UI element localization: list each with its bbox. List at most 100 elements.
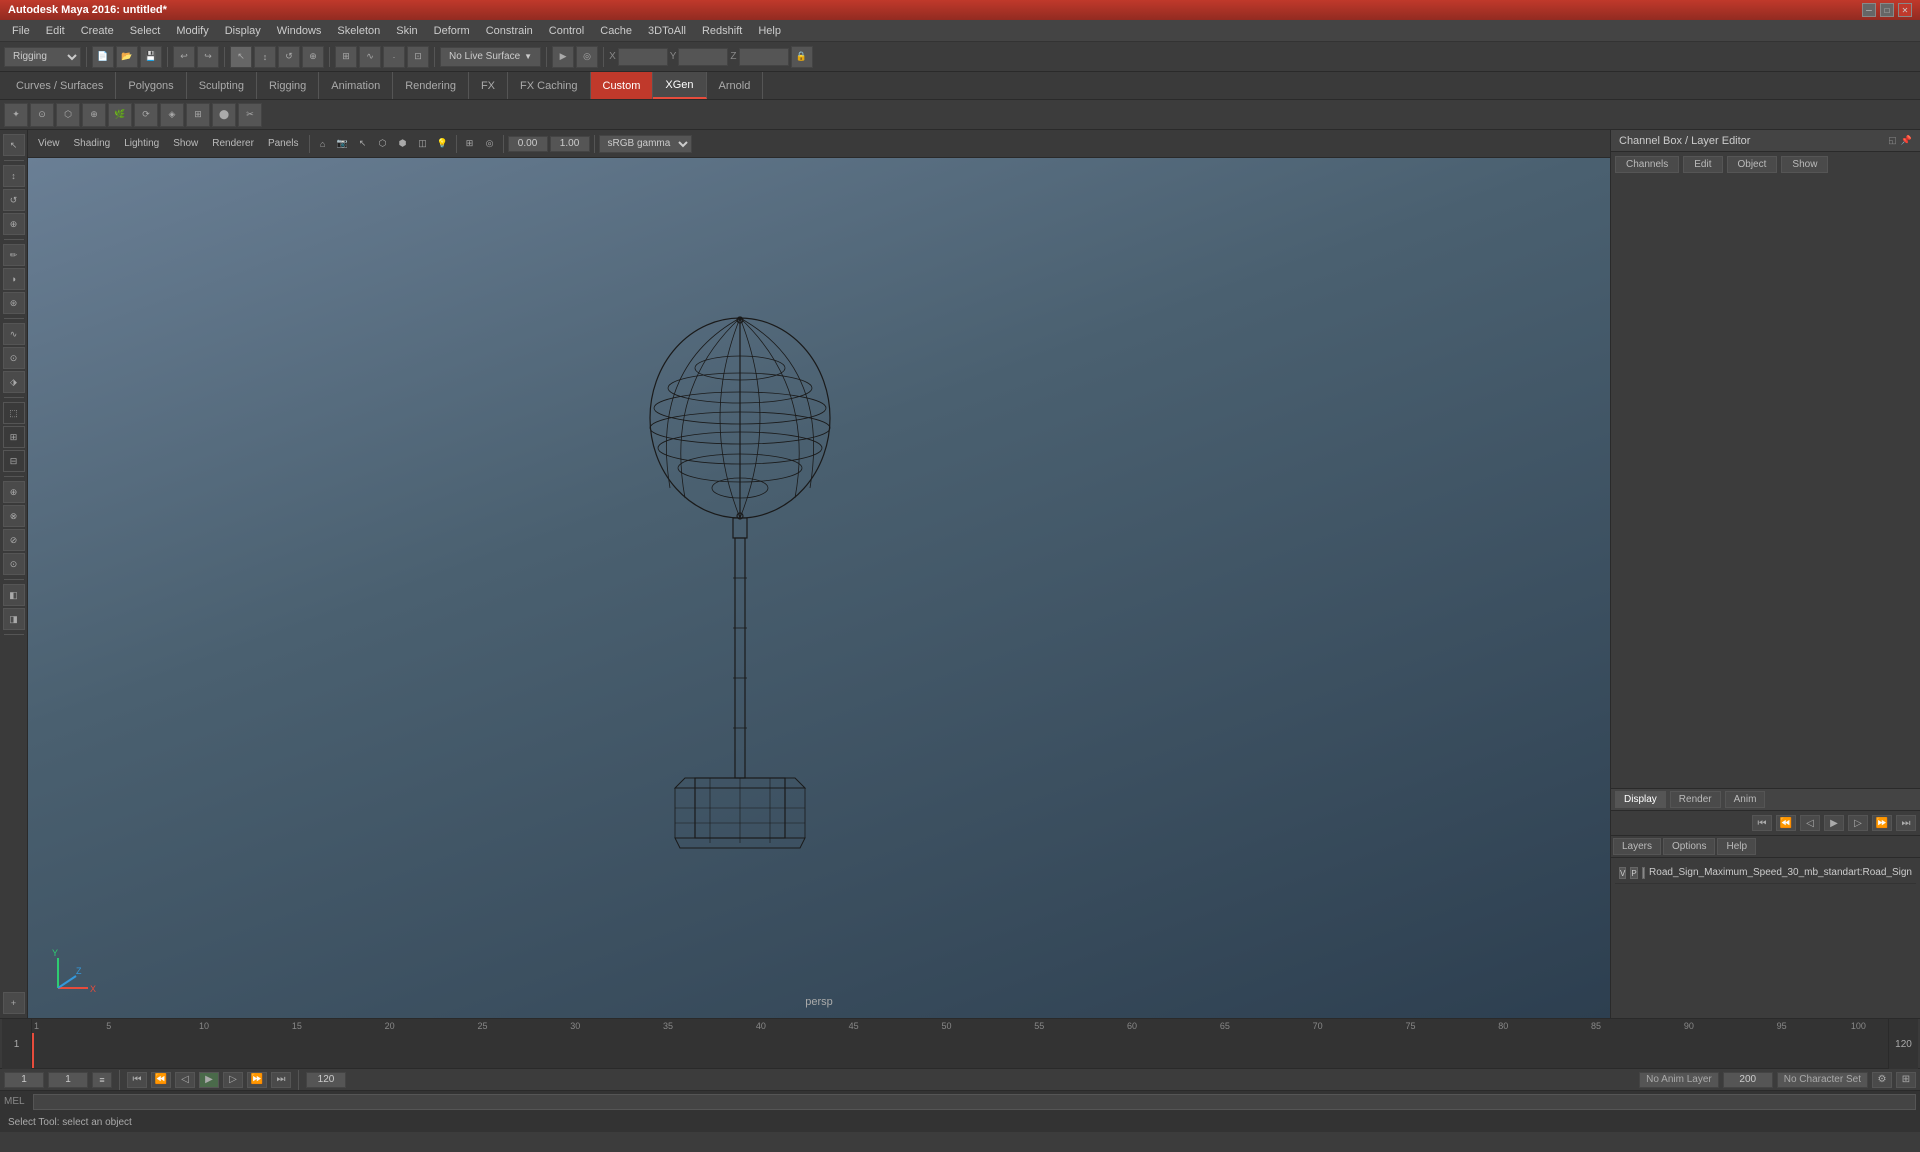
snap-grid-button[interactable]: ⊞	[335, 46, 357, 68]
viewport-tool-2[interactable]: ⊞	[3, 426, 25, 448]
gamma-select[interactable]: sRGB gamma Linear Log	[599, 135, 692, 153]
playback-next-key[interactable]: ⏩	[247, 1072, 267, 1088]
menu-windows[interactable]: Windows	[269, 23, 330, 39]
tab-layers[interactable]: Layers	[1613, 838, 1661, 855]
menu-cache[interactable]: Cache	[592, 23, 640, 39]
anim-layer-display[interactable]: No Anim Layer	[1639, 1072, 1719, 1088]
tab-fx[interactable]: FX	[469, 72, 508, 99]
select-tool-left[interactable]: ↖	[3, 134, 25, 156]
vp-light-btn[interactable]: 💡	[434, 135, 452, 153]
new-file-button[interactable]: 📄	[92, 46, 114, 68]
rotate-tool-button[interactable]: ↺	[278, 46, 300, 68]
layer-tool-3[interactable]: ⊘	[3, 529, 25, 551]
shelf-btn-2[interactable]: ⊙	[30, 103, 54, 127]
vp-menu-shading[interactable]: Shading	[68, 136, 117, 151]
tab-show[interactable]: Show	[1781, 156, 1828, 173]
shelf-btn-5[interactable]: 🌿	[108, 103, 132, 127]
range-end-input[interactable]: 120	[306, 1072, 346, 1088]
tab-render-cb[interactable]: Render	[1670, 791, 1721, 808]
menu-control[interactable]: Control	[541, 23, 592, 39]
frame-field-toggle[interactable]: ≡	[92, 1072, 112, 1088]
close-button[interactable]: ✕	[1898, 3, 1912, 17]
layer-visibility-toggle[interactable]: V	[1619, 867, 1626, 879]
menu-select[interactable]: Select	[122, 23, 169, 39]
vp-wireframe-btn[interactable]: ⬡	[374, 135, 392, 153]
cb-playback-prev[interactable]: ⏪	[1776, 815, 1796, 831]
tab-polygons[interactable]: Polygons	[116, 72, 186, 99]
mel-input[interactable]	[33, 1094, 1916, 1110]
vp-home-btn[interactable]: ⌂	[314, 135, 332, 153]
shelf-btn-7[interactable]: ◈	[160, 103, 184, 127]
scale-tool-button[interactable]: ⊕	[302, 46, 324, 68]
joint-tool-left[interactable]: ⊙	[3, 347, 25, 369]
menu-modify[interactable]: Modify	[168, 23, 216, 39]
z-field[interactable]	[739, 48, 789, 66]
expand-left-toolbar[interactable]: +	[3, 992, 25, 1014]
menu-help[interactable]: Help	[750, 23, 789, 39]
render-button[interactable]: ▶	[552, 46, 574, 68]
vp-solid-btn[interactable]: ⬢	[394, 135, 412, 153]
viewport-tool-1[interactable]: ⬚	[3, 402, 25, 424]
vp-grid-btn[interactable]: ⊞	[461, 135, 479, 153]
move-tool-button[interactable]: ↕	[254, 46, 276, 68]
char-set-display[interactable]: No Character Set	[1777, 1072, 1868, 1088]
tab-object[interactable]: Object	[1727, 156, 1778, 173]
viewport-tool-3[interactable]: ⊟	[3, 450, 25, 472]
cb-playback-start[interactable]: ⏮	[1752, 815, 1772, 831]
vp-menu-panels[interactable]: Panels	[262, 136, 305, 151]
tab-arnold[interactable]: Arnold	[707, 72, 764, 99]
vp-val1[interactable]: 0.00	[508, 136, 548, 152]
layer-color-swatch[interactable]	[1642, 867, 1645, 879]
misc-tool-2[interactable]: ◨	[3, 608, 25, 630]
tab-channels[interactable]: Channels	[1615, 156, 1679, 173]
save-file-button[interactable]: 💾	[140, 46, 162, 68]
redo-button[interactable]: ↪	[197, 46, 219, 68]
misc-tool-1[interactable]: ◧	[3, 584, 25, 606]
shelf-btn-8[interactable]: ⊞	[186, 103, 210, 127]
playback-prev-frame[interactable]: ◁	[175, 1072, 195, 1088]
paint-tool-left[interactable]: ✏	[3, 244, 25, 266]
snap-curve-button[interactable]: ∿	[359, 46, 381, 68]
vp-menu-view[interactable]: View	[32, 136, 66, 151]
vp-menu-show[interactable]: Show	[167, 136, 204, 151]
minimize-button[interactable]: ─	[1862, 3, 1876, 17]
tab-custom[interactable]: Custom	[591, 72, 654, 99]
playback-prev-key[interactable]: ⏪	[151, 1072, 171, 1088]
y-field[interactable]	[678, 48, 728, 66]
playback-play-fwd[interactable]: ▶	[199, 1072, 219, 1088]
tab-animation[interactable]: Animation	[319, 72, 393, 99]
current-frame-input[interactable]: 1	[48, 1072, 88, 1088]
open-file-button[interactable]: 📂	[116, 46, 138, 68]
lock-xyz-button[interactable]: 🔒	[791, 46, 813, 68]
shelf-btn-1[interactable]: ✦	[4, 103, 28, 127]
vp-snap-btn[interactable]: ◎	[481, 135, 499, 153]
soft-mod-left[interactable]: ⊛	[3, 292, 25, 314]
layer-tool-4[interactable]: ⊙	[3, 553, 25, 575]
menu-constrain[interactable]: Constrain	[478, 23, 541, 39]
curve-tool-left[interactable]: ∿	[3, 323, 25, 345]
shelf-btn-10[interactable]: ✂	[238, 103, 262, 127]
vp-textured-btn[interactable]: ◫	[414, 135, 432, 153]
cb-playback-play[interactable]: ▶	[1824, 815, 1844, 831]
tab-anim-cb[interactable]: Anim	[1725, 791, 1766, 808]
sculpt-tool-left[interactable]: ◑	[3, 268, 25, 290]
snap-point-button[interactable]: ·	[383, 46, 405, 68]
cb-playback-end[interactable]: ⏭	[1896, 815, 1916, 831]
vp-select-btn[interactable]: ↖	[354, 135, 372, 153]
start-frame-input[interactable]: 1	[4, 1072, 44, 1088]
out-range-input[interactable]: 200	[1723, 1072, 1773, 1088]
menu-edit[interactable]: Edit	[38, 23, 73, 39]
menu-skin[interactable]: Skin	[388, 23, 425, 39]
vp-menu-lighting[interactable]: Lighting	[118, 136, 165, 151]
tab-fx-caching[interactable]: FX Caching	[508, 72, 590, 99]
ik-tool-left[interactable]: ⬗	[3, 371, 25, 393]
maximize-button[interactable]: □	[1880, 3, 1894, 17]
layer-tool-1[interactable]: ⊕	[3, 481, 25, 503]
menu-redshift[interactable]: Redshift	[694, 23, 750, 39]
channel-box-pin[interactable]: 📌	[1901, 135, 1912, 146]
anim-options[interactable]: ⊞	[1896, 1072, 1916, 1088]
cb-playback-step-back[interactable]: ◁	[1800, 815, 1820, 831]
viewport-canvas[interactable]: X Y Z persp	[28, 158, 1610, 1018]
shelf-btn-6[interactable]: ⟳	[134, 103, 158, 127]
snap-view-button[interactable]: ⊡	[407, 46, 429, 68]
